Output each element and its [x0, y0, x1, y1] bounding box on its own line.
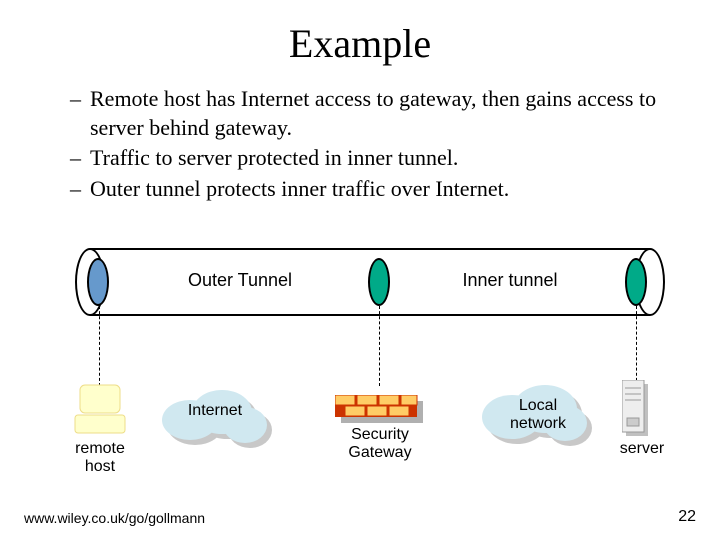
outer-tunnel-label: Outer Tunnel: [160, 270, 320, 291]
bullet-text: Remote host has Internet access to gatew…: [90, 85, 670, 142]
server-label: server: [612, 440, 672, 458]
footer-url: www.wiley.co.uk/go/gollmann: [24, 510, 205, 526]
dash-icon: –: [70, 144, 90, 173]
page-title: Example: [0, 20, 720, 67]
bullet-text: Outer tunnel protects inner traffic over…: [90, 175, 509, 204]
remote-host-label: remote host: [60, 440, 140, 475]
security-gateway-label: Security Gateway: [330, 426, 430, 461]
page-number: 22: [678, 508, 696, 526]
bullet-list: – Remote host has Internet access to gat…: [70, 85, 670, 205]
local-network-label: Local network: [498, 397, 578, 432]
server-icon: [622, 380, 652, 440]
dash-line-gateway: [379, 306, 380, 386]
list-item: – Outer tunnel protects inner traffic ov…: [70, 175, 670, 204]
remote-host-icon: [70, 380, 130, 440]
dash-line-host: [99, 306, 100, 386]
dash-icon: –: [70, 175, 90, 204]
internet-label: Internet: [175, 402, 255, 420]
inner-tunnel-label: Inner tunnel: [440, 270, 580, 291]
internet-cloud-icon: [155, 385, 275, 455]
list-item: – Remote host has Internet access to gat…: [70, 85, 670, 142]
inner-tunnel-mid-green-cap: [368, 258, 390, 306]
bullet-text: Traffic to server protected in inner tun…: [90, 144, 458, 173]
dash-line-server: [636, 306, 637, 386]
firewall-icon: [335, 395, 425, 425]
inner-tunnel-right-green-cap: [625, 258, 647, 306]
inner-tunnel-left-blue-cap: [87, 258, 109, 306]
dash-icon: –: [70, 85, 90, 142]
list-item: – Traffic to server protected in inner t…: [70, 144, 670, 173]
